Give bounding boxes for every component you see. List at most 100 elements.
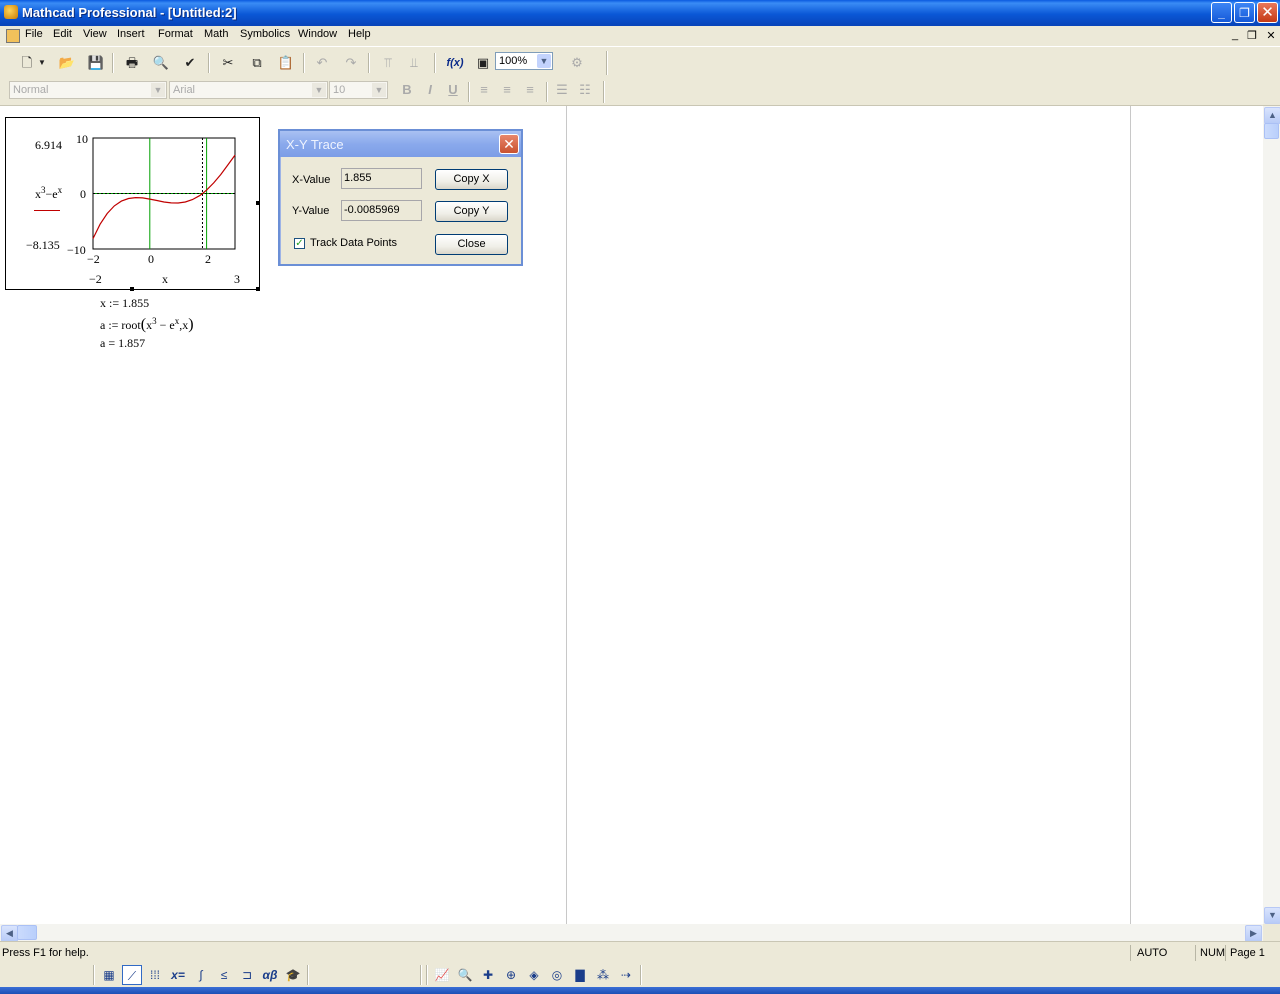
mathcad-app-icon[interactable] — [4, 5, 18, 19]
print-icon[interactable]: 🖶 — [121, 52, 143, 74]
numbering-icon[interactable]: ☷ — [574, 79, 596, 101]
dialog-title-bar[interactable]: X-Y Trace — [280, 131, 521, 157]
cut-icon[interactable]: ✂ — [217, 52, 239, 74]
new-dropdown-icon[interactable]: ▼ — [36, 52, 48, 74]
style-select[interactable]: Normal ▼ — [9, 81, 167, 99]
underline-icon[interactable]: U — [442, 79, 464, 101]
3d-bar-icon[interactable]: ▇ — [570, 965, 590, 985]
track-data-points-label[interactable]: Track Data Points — [310, 237, 397, 249]
bullets-icon[interactable]: ☰ — [551, 79, 573, 101]
evaluation-icon[interactable]: x= — [168, 965, 188, 985]
calculator-icon[interactable]: ▦ — [99, 965, 119, 985]
align-left-icon[interactable]: ≡ — [473, 79, 495, 101]
chevron-down-icon[interactable]: ▼ — [372, 83, 386, 97]
xy-plot-icon[interactable]: 📈 — [432, 965, 452, 985]
x-value-field[interactable]: 1.855 — [341, 168, 422, 189]
align-center-icon[interactable]: ≡ — [496, 79, 518, 101]
align-right-icon[interactable]: ≡ — [519, 79, 541, 101]
calculus-icon[interactable]: ∫ — [191, 965, 211, 985]
font-size-select[interactable]: 10 ▼ — [329, 81, 388, 99]
math-root-definition[interactable]: a := root(x3 − ex,x) — [100, 316, 194, 334]
symbolic-icon[interactable]: 🎓 — [283, 965, 303, 985]
bold-icon[interactable]: B — [396, 79, 418, 101]
document-icon[interactable] — [6, 29, 20, 43]
menu-insert[interactable]: Insert — [117, 28, 145, 40]
insert-function-icon[interactable]: f(x) — [444, 52, 466, 74]
scroll-down-icon[interactable]: ▼ — [1264, 907, 1280, 924]
menu-symbolics[interactable]: Symbolics — [240, 28, 290, 40]
undo-icon[interactable]: ↶ — [311, 52, 333, 74]
align-top-icon[interactable]: ⫪ — [377, 52, 399, 74]
chevron-down-icon[interactable]: ▼ — [312, 83, 326, 97]
scroll-up-icon[interactable]: ▲ — [1264, 107, 1280, 124]
y-value-field[interactable]: -0.0085969 — [341, 200, 422, 221]
legend-line — [34, 210, 60, 211]
save-icon[interactable]: 💾 — [85, 52, 107, 74]
resize-handle-bottom[interactable] — [130, 287, 134, 291]
italic-icon[interactable]: I — [419, 79, 441, 101]
resource-center-icon[interactable]: ⚙ — [566, 52, 588, 74]
greek-icon[interactable]: αβ — [260, 965, 280, 985]
boolean-icon[interactable]: ≤ — [214, 965, 234, 985]
print-preview-icon[interactable]: 🔍 — [150, 52, 172, 74]
toolbar-separator — [468, 82, 470, 102]
menu-edit[interactable]: Edit — [53, 28, 72, 40]
track-data-points-checkbox[interactable]: ✓ — [294, 238, 305, 249]
align-down-icon[interactable]: ⫫ — [403, 52, 425, 74]
dialog-close-button[interactable]: Close — [435, 234, 508, 255]
menu-format[interactable]: Format — [158, 28, 193, 40]
resize-handle-corner[interactable] — [256, 287, 260, 291]
xy-plot[interactable]: 10 0 −10 6.914 −8.135 x3−ex −2 0 2 −2 x … — [5, 117, 260, 290]
menu-help[interactable]: Help — [348, 28, 371, 40]
redo-icon[interactable]: ↷ — [340, 52, 362, 74]
scroll-right-icon[interactable]: ▶ — [1245, 925, 1262, 942]
minus-sign: − — [67, 243, 74, 257]
paste-icon[interactable]: 📋 — [275, 52, 297, 74]
chevron-down-icon[interactable]: ▼ — [151, 83, 165, 97]
restore-button[interactable]: ❐ — [1234, 2, 1255, 23]
matrix-icon[interactable]: ⁞⁞⁞ — [145, 965, 165, 985]
trace-icon[interactable]: ✚ — [478, 965, 498, 985]
zoom-icon[interactable]: 🔍 — [455, 965, 475, 985]
resize-handle-right[interactable] — [256, 201, 260, 205]
y-marker-bottom-label[interactable]: −8.135 — [26, 238, 60, 253]
programming-icon[interactable]: ⊐ — [237, 965, 257, 985]
doc-minimize-button[interactable]: _ — [1228, 29, 1242, 41]
surface-plot-icon[interactable]: ◈ — [524, 965, 544, 985]
chevron-down-icon[interactable]: ▼ — [537, 54, 551, 68]
math-assignment-x[interactable]: x := 1.855 — [100, 296, 149, 311]
x-axis-name[interactable]: x — [162, 272, 168, 287]
insert-unit-icon[interactable]: ▣ — [472, 52, 494, 74]
spell-check-icon[interactable]: ✔ — [179, 52, 201, 74]
menu-window[interactable]: Window — [298, 28, 337, 40]
copy-y-button[interactable]: Copy Y — [435, 201, 508, 222]
menu-view[interactable]: View — [83, 28, 107, 40]
polar-plot-icon[interactable]: ⊕ — [501, 965, 521, 985]
vertical-scroll-thumb[interactable] — [1264, 123, 1279, 139]
dialog-close-icon[interactable]: ✕ — [499, 134, 519, 154]
y-axis-expression[interactable]: x3−ex — [35, 185, 62, 202]
graph-icon[interactable]: ⟋ — [122, 965, 142, 985]
math-result-a[interactable]: a = 1.857 — [100, 336, 145, 351]
minimize-button[interactable]: _ — [1211, 2, 1232, 23]
3d-scatter-icon[interactable]: ⁂ — [593, 965, 613, 985]
y-marker-top-label[interactable]: 6.914 — [35, 138, 62, 153]
copy-x-button[interactable]: Copy X — [435, 169, 508, 190]
vertical-scrollbar[interactable]: ▲ ▼ — [1263, 106, 1280, 924]
menu-file[interactable]: File — [25, 28, 43, 40]
font-select[interactable]: Arial ▼ — [169, 81, 328, 99]
open-folder-icon[interactable]: 📂 — [56, 52, 78, 74]
scroll-left-icon[interactable]: ◀ — [1, 925, 18, 942]
vector-field-icon[interactable]: ⇢ — [616, 965, 636, 985]
doc-close-button[interactable]: ✕ — [1264, 29, 1278, 42]
close-button[interactable]: ✕ — [1257, 2, 1278, 23]
contour-plot-icon[interactable]: ◎ — [547, 965, 567, 985]
horizontal-scrollbar[interactable]: ◀ ▶ — [0, 924, 1263, 942]
doc-restore-button[interactable]: ❐ — [1245, 29, 1259, 42]
new-document-icon[interactable]: 🗋 — [16, 52, 38, 74]
math-graph-toolbars: ▦ ⟋ ⁞⁞⁞ x= ∫ ≤ ⊐ αβ 🎓 📈 🔍 ✚ ⊕ ◈ ◎ ▇ ⁂ ⇢ — [0, 963, 1280, 987]
menu-math[interactable]: Math — [204, 28, 228, 40]
horizontal-scroll-thumb[interactable] — [17, 925, 37, 940]
zoom-select[interactable]: 100% ▼ — [495, 52, 553, 70]
copy-icon[interactable]: ⧉ — [246, 52, 268, 74]
